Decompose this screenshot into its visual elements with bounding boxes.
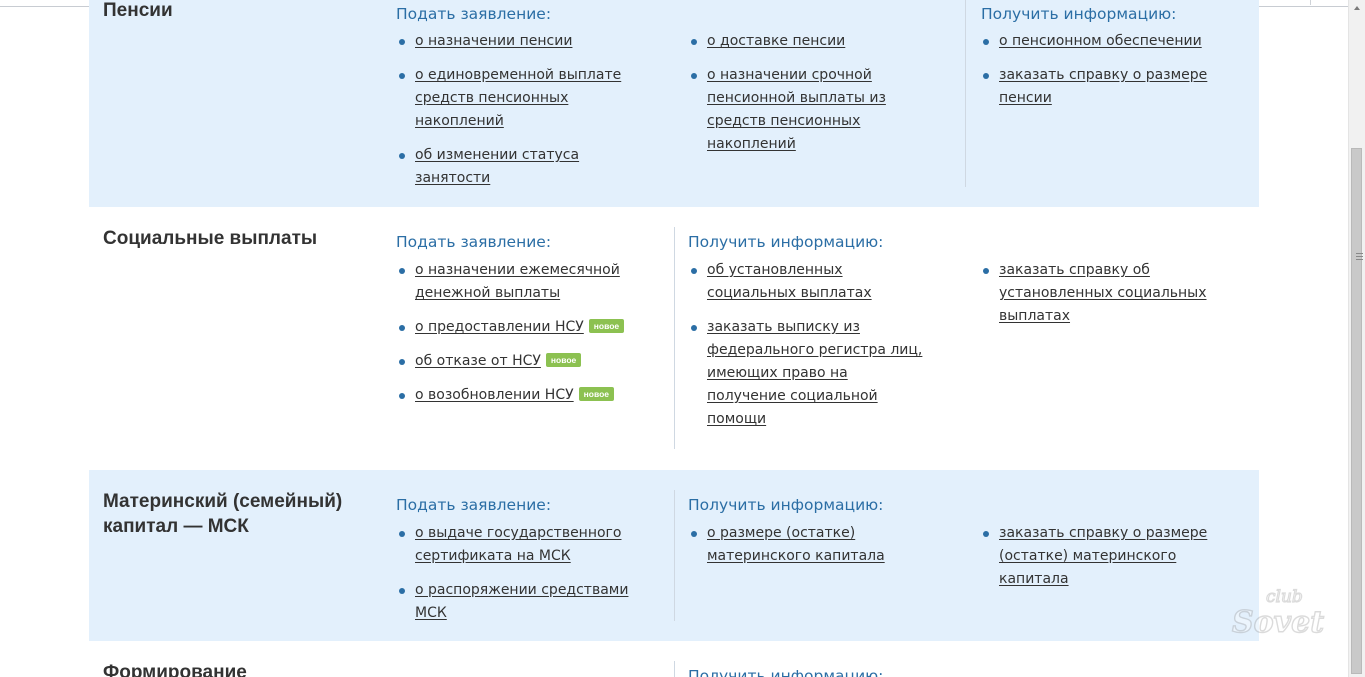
new-badge: новое bbox=[545, 353, 582, 367]
info-list: о размере (остатке) материнского капитал… bbox=[689, 522, 939, 568]
info-heading: Получить информацию: bbox=[688, 233, 884, 251]
column-divider bbox=[674, 490, 675, 621]
link-payments-certificate[interactable]: заказать справку об установленных социал… bbox=[999, 262, 1207, 324]
link-federal-register-extract[interactable]: заказать выписку из федерального регистр… bbox=[707, 319, 922, 427]
apply-list: о выдаче государственного сертификата на… bbox=[397, 522, 657, 625]
link-nsu-provision[interactable]: о предоставлении НСУ bbox=[415, 319, 584, 335]
scroll-up-arrow-icon[interactable] bbox=[1349, 0, 1365, 16]
link-pension-provision[interactable]: о пенсионном обеспечении bbox=[999, 33, 1202, 49]
list-item[interactable]: об изменении статуса занятости bbox=[397, 144, 657, 190]
info-list: о пенсионном обеспечении заказать справк… bbox=[981, 30, 1211, 110]
column-divider bbox=[965, 0, 966, 187]
list-item[interactable]: заказать выписку из федерального регистр… bbox=[689, 316, 929, 431]
scroll-thumb[interactable] bbox=[1351, 148, 1363, 674]
svg-text:club: club bbox=[1266, 587, 1303, 607]
list-item[interactable]: о назначении срочной пенсионной выплаты … bbox=[689, 64, 949, 156]
section-forming: Формирование Получить информацию: bbox=[89, 641, 1259, 677]
column-divider bbox=[674, 661, 675, 677]
apply-list: о назначении ежемесячной денежной выплат… bbox=[397, 259, 657, 407]
column-divider bbox=[674, 227, 675, 449]
svg-text:Sovet: Sovet bbox=[1232, 605, 1324, 640]
list-item[interactable]: о доставке пенсии bbox=[689, 30, 949, 53]
list-item[interactable]: о единовременной выплате средств пенсион… bbox=[397, 64, 657, 133]
link-lump-sum-payment[interactable]: о единовременной выплате средств пенсион… bbox=[415, 67, 621, 129]
list-item[interactable]: об отказе от НСУ новое bbox=[397, 350, 657, 373]
link-established-payments[interactable]: об установленных социальных выплатах bbox=[707, 262, 872, 301]
link-urgent-payment[interactable]: о назначении срочной пенсионной выплаты … bbox=[707, 67, 886, 152]
link-monthly-payment[interactable]: о назначении ежемесячной денежной выплат… bbox=[415, 262, 620, 301]
info-list: об установленных социальных выплатах зак… bbox=[689, 259, 929, 431]
link-pension-assignment[interactable]: о назначении пенсии bbox=[415, 33, 572, 49]
section-title: Социальные выплаты bbox=[103, 228, 318, 249]
link-employment-status[interactable]: об изменении статуса занятости bbox=[415, 147, 579, 186]
list-item[interactable]: о выдаче государственного сертификата на… bbox=[397, 522, 657, 568]
link-nsu-renewal[interactable]: о возобновлении НСУ bbox=[415, 387, 574, 403]
new-badge: новое bbox=[588, 319, 625, 333]
info-list-2: заказать справку о размере (остатке) мат… bbox=[981, 522, 1231, 591]
info-list-2: заказать справку об установленных социал… bbox=[981, 259, 1211, 328]
list-item[interactable]: о распоряжении средствами МСК bbox=[397, 579, 657, 625]
list-item[interactable]: заказать справку об установленных социал… bbox=[981, 259, 1211, 328]
info-heading: Получить информацию: bbox=[688, 667, 884, 677]
club-sovet-logo: club Sovet bbox=[1231, 586, 1325, 640]
list-item[interactable]: о назначении ежемесячной денежной выплат… bbox=[397, 259, 657, 305]
section-title: Пенсии bbox=[103, 0, 173, 21]
list-item[interactable]: о возобновлении НСУ новое bbox=[397, 384, 657, 407]
info-heading: Получить информацию: bbox=[688, 496, 884, 514]
list-item[interactable]: о назначении пенсии bbox=[397, 30, 657, 53]
section-title: Материнский (семейный) капитал — МСК bbox=[103, 491, 343, 537]
link-pension-certificate[interactable]: заказать справку о размере пенсии bbox=[999, 67, 1207, 106]
new-badge: новое bbox=[578, 387, 615, 401]
apply-heading: Подать заявление: bbox=[396, 496, 552, 514]
link-balance-certificate[interactable]: заказать справку о размере (остатке) мат… bbox=[999, 525, 1207, 587]
list-item[interactable]: заказать справку о размере (остатке) мат… bbox=[981, 522, 1231, 591]
vertical-scrollbar[interactable] bbox=[1348, 0, 1365, 677]
list-item[interactable]: о предоставлении НСУ новое bbox=[397, 316, 657, 339]
list-item[interactable]: заказать справку о размере пенсии bbox=[981, 64, 1211, 110]
apply-list-2: о доставке пенсии о назначении срочной п… bbox=[689, 30, 949, 156]
section-social-payments: Социальные выплаты Подать заявление: Пол… bbox=[89, 207, 1259, 470]
link-certificate-issue[interactable]: о выдаче государственного сертификата на… bbox=[415, 525, 621, 564]
apply-heading: Подать заявление: bbox=[396, 5, 552, 23]
link-pension-delivery[interactable]: о доставке пенсии bbox=[707, 33, 845, 49]
list-item[interactable]: об установленных социальных выплатах bbox=[689, 259, 929, 305]
section-pensions: Пенсии Подать заявление: Получить информ… bbox=[89, 0, 1259, 207]
link-capital-balance[interactable]: о размере (остатке) материнского капитал… bbox=[707, 525, 885, 564]
info-heading: Получить информацию: bbox=[981, 5, 1177, 23]
section-maternity-capital: Материнский (семейный) капитал — МСК Под… bbox=[89, 470, 1259, 641]
link-funds-disposal[interactable]: о распоряжении средствами МСК bbox=[415, 582, 628, 621]
link-nsu-refusal[interactable]: об отказе от НСУ bbox=[415, 353, 541, 369]
section-title: Формирование bbox=[103, 662, 247, 677]
list-item[interactable]: о пенсионном обеспечении bbox=[981, 30, 1211, 53]
apply-list: о назначении пенсии о единовременной вып… bbox=[397, 30, 657, 190]
list-item[interactable]: о размере (остатке) материнского капитал… bbox=[689, 522, 939, 568]
apply-heading: Подать заявление: bbox=[396, 233, 552, 251]
